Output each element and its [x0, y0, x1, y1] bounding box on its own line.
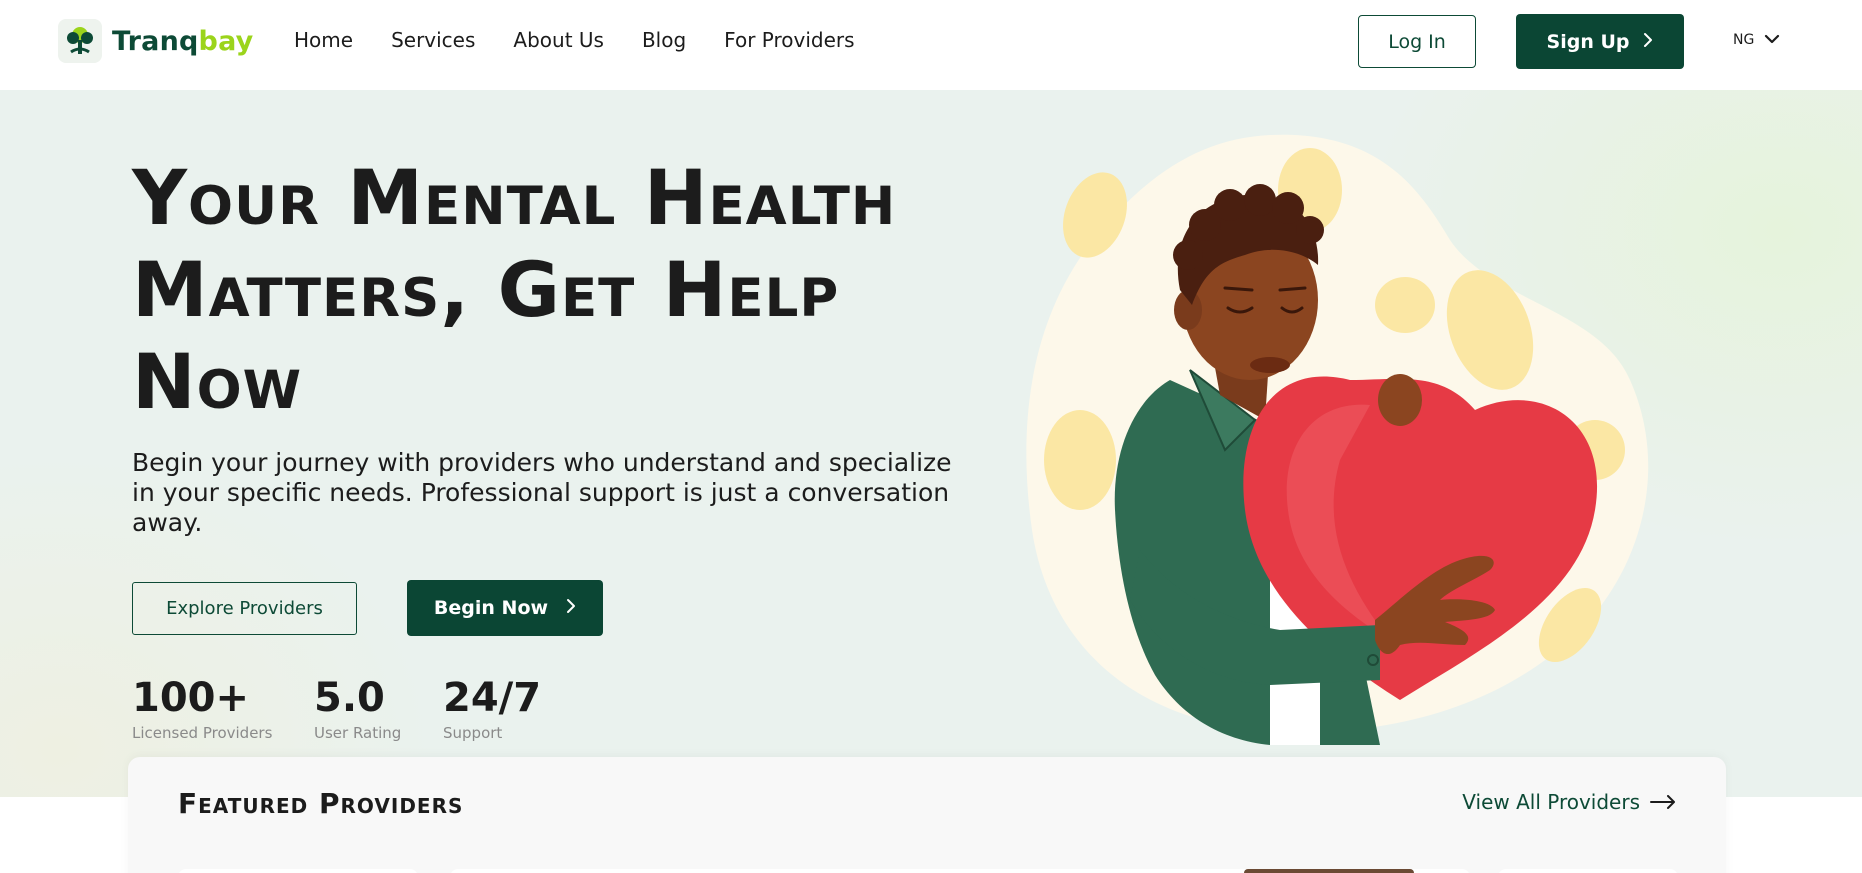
arrow-right-icon [1650, 790, 1676, 814]
stats-row: 100+ Licensed Providers 5.0 User Rating … [132, 676, 563, 742]
stat-label: Licensed Providers [132, 724, 273, 742]
nav-blog[interactable]: Blog [642, 28, 686, 52]
language-selector[interactable]: NG [1733, 32, 1780, 48]
man-hugging-heart-illustration [1026, 134, 1649, 745]
stat-value: 24/7 [443, 675, 542, 721]
main-nav: Home Services About Us Blog For Provider… [294, 28, 855, 52]
hero-illustration [1020, 130, 1680, 750]
provider-card[interactable] [178, 869, 418, 873]
provider-card[interactable] [1498, 869, 1678, 873]
stat-rating: 5.0 User Rating [314, 676, 443, 742]
stat-value: 100+ [132, 675, 250, 721]
nav-about-us[interactable]: About Us [513, 28, 604, 52]
view-all-providers-link[interactable]: View All Providers [1462, 790, 1676, 814]
site-header: Tranqbay Home Services About Us Blog For… [0, 0, 1862, 90]
provider-cards-row [178, 869, 1678, 873]
nav-home[interactable]: Home [294, 28, 353, 52]
hero-title: Your Mental Health Matters, Get Help Now [132, 152, 1012, 428]
stat-label: Support [443, 724, 503, 742]
login-button[interactable]: Log In [1358, 15, 1476, 68]
hero-title-line2: Matters, Get Help [132, 245, 840, 334]
signup-button[interactable]: Sign Up [1516, 14, 1684, 69]
nav-services[interactable]: Services [391, 28, 475, 52]
stat-value: 5.0 [314, 675, 385, 721]
hero-description: Begin your journey with providers who un… [132, 448, 952, 537]
featured-providers-section: Featured Providers View All Providers [128, 757, 1726, 873]
provider-photo [1244, 869, 1414, 873]
provider-card[interactable] [450, 869, 1470, 873]
stat-support: 24/7 Support [443, 676, 563, 742]
view-all-providers-label: View All Providers [1462, 790, 1640, 814]
hero-section: Your Mental Health Matters, Get Help Now… [0, 90, 1862, 797]
chevron-right-icon [566, 597, 576, 619]
chevron-right-icon [1643, 31, 1653, 53]
chevron-down-icon [1764, 32, 1780, 48]
language-code: NG [1733, 32, 1755, 48]
begin-now-label: Begin Now [433, 597, 549, 619]
featured-providers-title: Featured Providers [178, 787, 464, 820]
signup-button-label: Sign Up [1546, 30, 1630, 53]
stat-label: User Rating [314, 724, 402, 742]
brand-name-part2: bay [198, 25, 254, 57]
brand-name: Tranqbay [112, 26, 253, 57]
brand-name-part1: Tranq [112, 25, 199, 57]
brand-logo[interactable]: Tranqbay [58, 19, 253, 63]
explore-providers-button[interactable]: Explore Providers [132, 582, 357, 635]
hero-title-line1: Your Mental Health [132, 153, 897, 242]
hero-title-line3: Now [132, 337, 303, 426]
stat-providers: 100+ Licensed Providers [132, 676, 314, 742]
begin-now-button[interactable]: Begin Now [407, 580, 603, 636]
tree-logo-icon [58, 19, 102, 63]
nav-for-providers[interactable]: For Providers [724, 28, 854, 52]
